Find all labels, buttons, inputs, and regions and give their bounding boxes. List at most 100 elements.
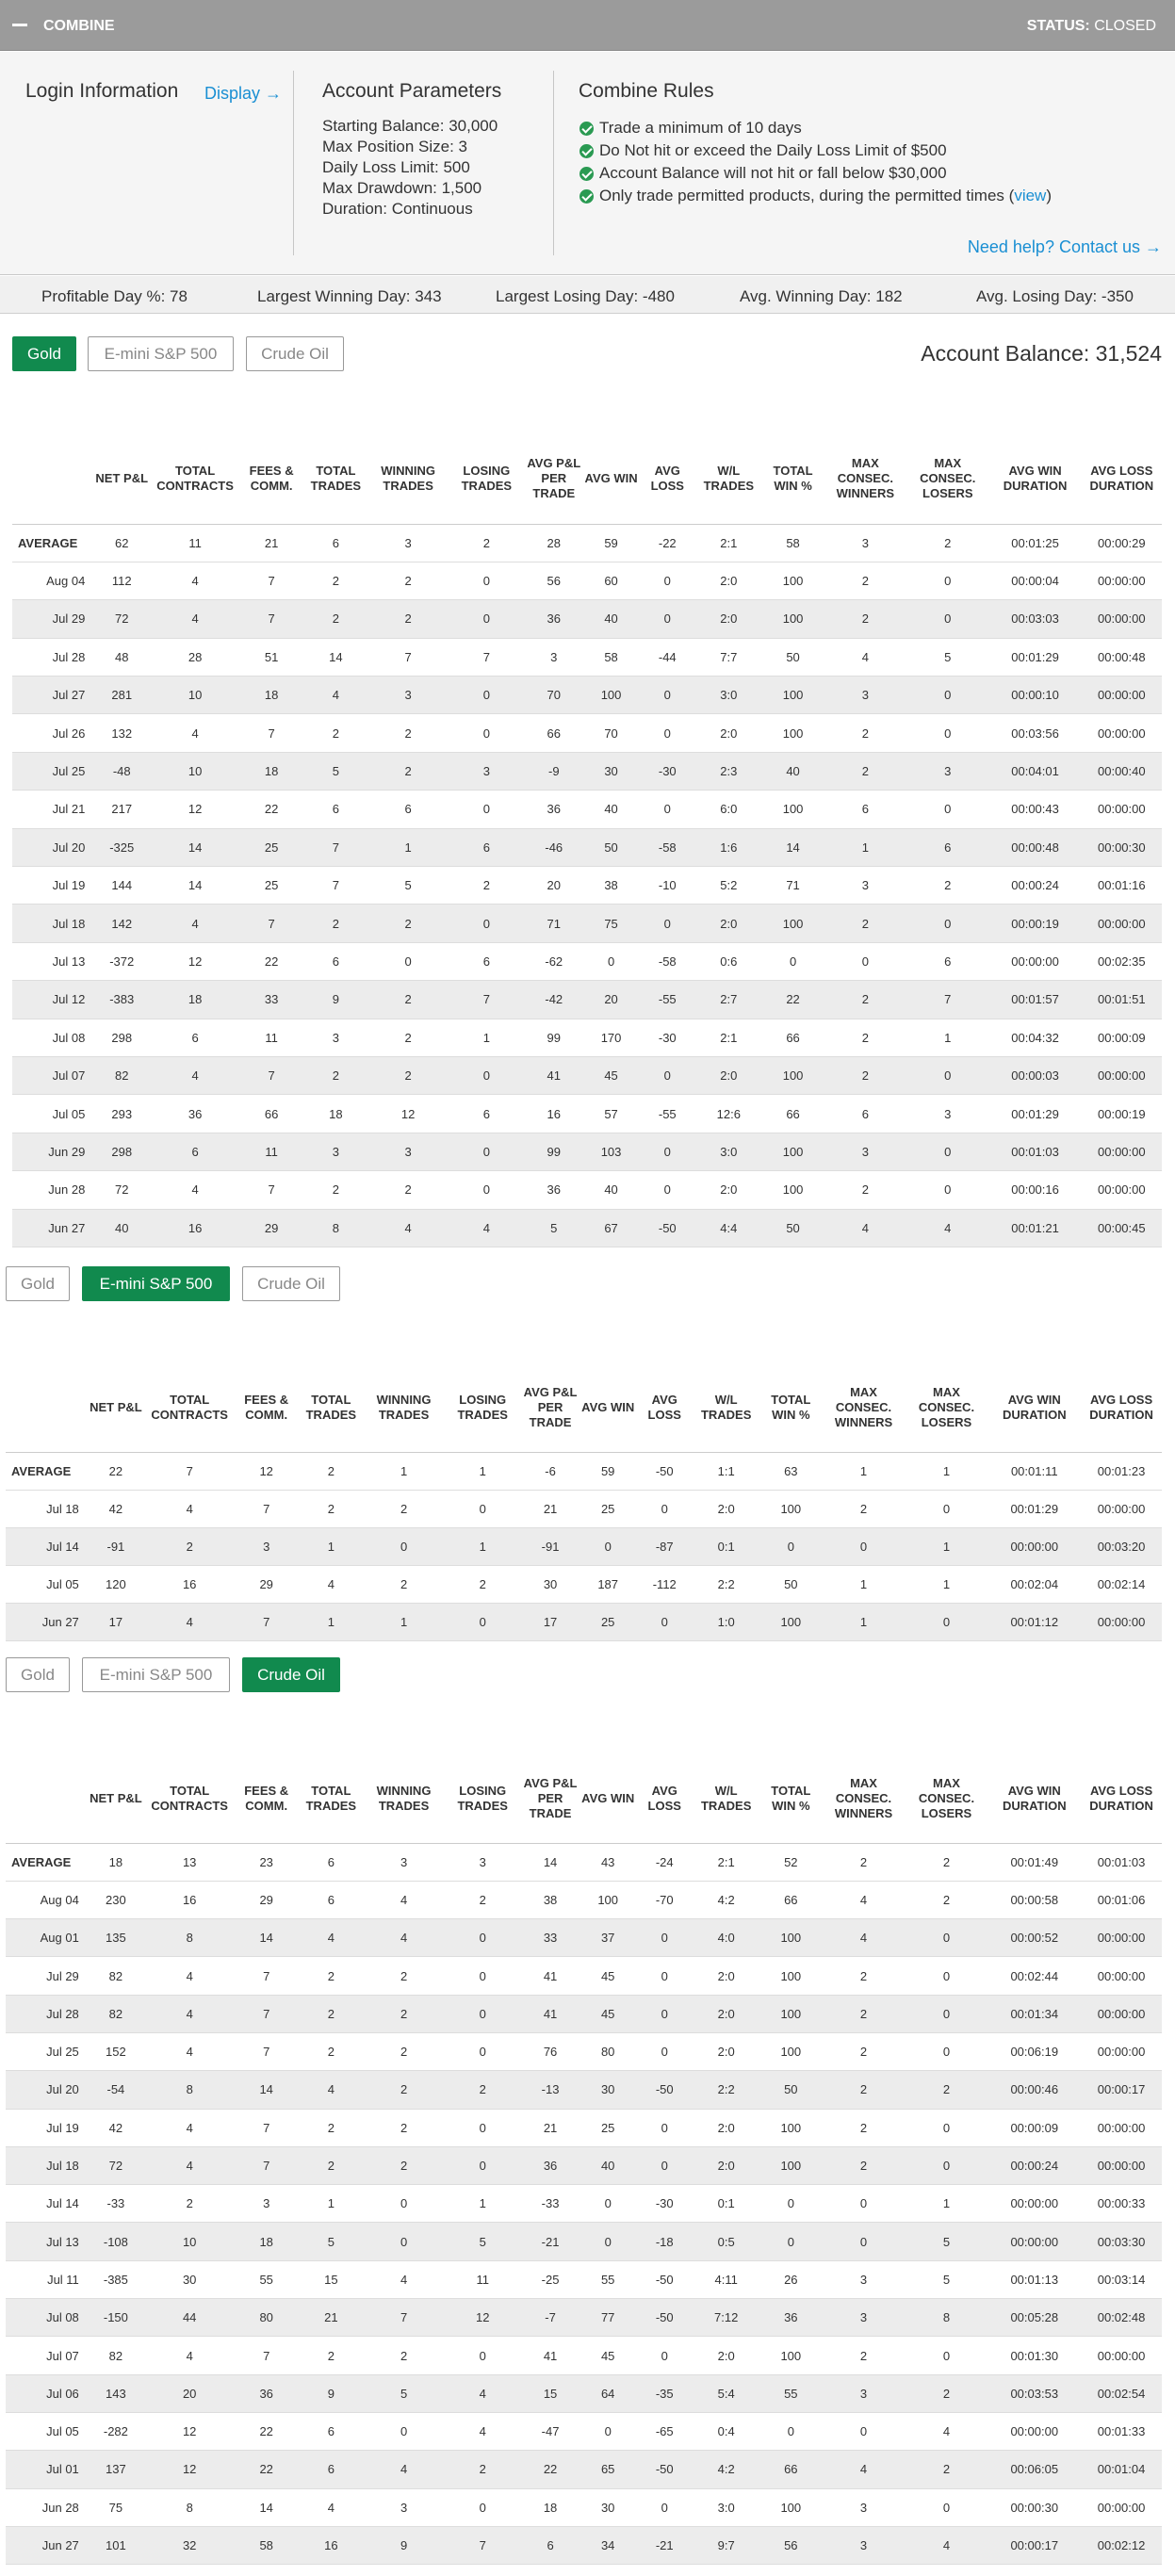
column-header-net-pnl: NET P&L: [92, 433, 152, 525]
cell-net-pnl: 40: [92, 1209, 152, 1247]
cell-max-consec-losers: 4: [906, 1209, 989, 1247]
contact-us-link[interactable]: Need help? Contact us →: [968, 237, 1162, 257]
cell-date: Jul 20: [12, 828, 93, 868]
cell-avg-win: 75: [582, 904, 640, 943]
cell-losing-trades: 6: [448, 942, 525, 982]
cell-winning-trades: 1: [363, 1603, 445, 1641]
cell-max-consec-losers: 6: [906, 942, 989, 982]
column-header-avg-loss: AVG LOSS: [636, 1363, 694, 1453]
cell-avg-loss-duration: 00:01:23: [1081, 1452, 1162, 1491]
cell-wl-trades: 2:1: [695, 1019, 762, 1057]
tab-crude-oil[interactable]: Crude Oil: [242, 1657, 340, 1692]
column-header-net-pnl: NET P&L: [86, 1363, 145, 1453]
cell-date: Jun 28: [6, 2488, 87, 2527]
cell-avg-win-duration: 00:00:03: [988, 1056, 1082, 1096]
table-row: Jul 07 82 4 7 2 2 0 41 45 0 2:0 100 2 0 00:01:30 00:00:…: [6, 2336, 1162, 2375]
tab-emini-sp500[interactable]: E-mini S&P 500: [88, 336, 234, 371]
cell-max-consec-winners: 2: [822, 1843, 906, 1882]
cell-max-consec-losers: 0: [905, 1995, 988, 2033]
table-row: Jul 25 -48 10 18 5 2 3 -9 30 -30 2:3 40 2 3 00:04:01 00…: [12, 752, 1162, 791]
cell-avg-win-duration: 00:01:29: [988, 638, 1082, 677]
table-row: Jul 08 -150 44 80 21 7 12 -7 77 -50 7:12 36 3 8 00:05:…: [6, 2298, 1162, 2338]
cell-total-trades: 3: [303, 1133, 368, 1172]
cell-fees-comm: 25: [239, 866, 304, 905]
cell-fees-comm: 25: [239, 828, 304, 868]
cell-avg-win: 34: [579, 2526, 637, 2566]
tab-crude-oil[interactable]: Crude Oil: [246, 336, 344, 371]
cell-fees-comm: 22: [234, 2412, 300, 2452]
cell-wl-trades: 2:1: [695, 524, 762, 562]
cell-avg-win: 58: [582, 638, 640, 677]
tab-gold[interactable]: Gold: [12, 336, 76, 371]
cell-date: Jul 12: [12, 980, 93, 1019]
cell-max-consec-losers: 0: [906, 1170, 989, 1210]
cell-max-consec-winners: 6: [824, 1094, 907, 1133]
combine-header-bar[interactable]: COMBINE STATUS: CLOSED: [0, 0, 1175, 51]
rule-item: Only trade permitted products, during th…: [579, 185, 1052, 207]
table-row: Jul 18 142 4 7 2 2 0 71 75 0 2:0 100 2 0 00:00:19 00:00…: [12, 904, 1162, 943]
param-max-drawdown: Max Drawdown: 1,500: [322, 179, 482, 197]
cell-total-trades: 1: [299, 1527, 364, 1566]
cell-avg-loss-duration: 00:00:45: [1081, 1209, 1162, 1247]
cell-avg-pnl-per-trade: 76: [520, 2032, 580, 2072]
cell-avg-win: 45: [579, 1956, 637, 1996]
column-header-avg-win: AVG WIN: [582, 433, 640, 525]
column-header-avg-win: AVG WIN: [579, 1754, 637, 1844]
view-permitted-products-link[interactable]: view: [1014, 187, 1046, 204]
cell-avg-win: 100: [579, 1881, 637, 1920]
display-login-link[interactable]: Display →: [204, 84, 282, 104]
cell-avg-win-duration: 00:00:09: [987, 2109, 1082, 2147]
cell-avg-pnl-per-trade: 33: [520, 1918, 580, 1958]
cell-avg-loss-duration: 00:00:00: [1081, 562, 1162, 601]
cell-losing-trades: 0: [448, 599, 525, 639]
column-header-max-consec-losers: MAX CONSEC. LOSERS: [906, 433, 989, 525]
cell-net-pnl: 298: [92, 1019, 152, 1057]
cell-avg-win: 40: [582, 790, 640, 829]
cell-total-win-pct: 66: [761, 1094, 824, 1133]
cell-total-contracts: 44: [145, 2298, 235, 2338]
cell-avg-pnl-per-trade: 36: [524, 790, 583, 829]
column-header-avg-loss: AVG LOSS: [639, 433, 696, 525]
cell-net-pnl: 42: [86, 2109, 145, 2147]
cell-winning-trades: 4: [367, 1209, 449, 1247]
table-row: Jun 28 75 8 14 4 3 0 18 30 0 3:0 100 3 0 00:00:30 00:00…: [6, 2488, 1162, 2527]
cell-winning-trades: 3: [367, 676, 449, 715]
cell-avg-pnl-per-trade: 16: [524, 1094, 583, 1133]
cell-total-win-pct: 56: [759, 2526, 823, 2566]
tab-crude-oil[interactable]: Crude Oil: [242, 1266, 340, 1301]
tab-emini-sp500[interactable]: E-mini S&P 500: [82, 1657, 230, 1692]
cell-avg-win: 50: [582, 828, 640, 868]
cell-avg-loss: -50: [636, 1452, 694, 1491]
table-row: Jun 27 17 4 7 1 1 0 17 25 0 1:0 100 1 0 00:01:12 00:00:…: [6, 1603, 1162, 1641]
cell-avg-pnl-per-trade: -91: [520, 1527, 580, 1566]
tab-emini-sp500[interactable]: E-mini S&P 500: [82, 1266, 230, 1301]
cell-net-pnl: 82: [86, 1995, 145, 2033]
collapse-minus-icon[interactable]: [12, 24, 27, 26]
cell-fees-comm: 11: [239, 1133, 304, 1172]
cell-avg-win: 25: [579, 2109, 637, 2147]
cell-total-win-pct: 100: [761, 904, 824, 943]
cell-avg-win-duration: 00:01:30: [987, 2336, 1082, 2375]
cell-avg-loss-duration: 00:00:00: [1081, 1490, 1162, 1528]
cell-winning-trades: 6: [367, 790, 449, 829]
gold-stats-table: NET P&L TOTAL CONTRACTS FEES & COMM. TOTAL …: [12, 433, 1162, 1247]
rule-text: Trade a minimum of 10 days: [599, 119, 802, 137]
cell-avg-loss: 0: [639, 713, 696, 753]
column-header-max-consec-winners: MAX CONSEC. WINNERS: [822, 1363, 906, 1453]
tab-gold[interactable]: Gold: [6, 1657, 70, 1692]
cell-total-contracts: 36: [151, 1094, 239, 1133]
cell-avg-win: 40: [579, 2146, 637, 2186]
cell-total-trades: 16: [299, 2526, 364, 2566]
cell-avg-win: 40: [582, 599, 640, 639]
cell-total-win-pct: 100: [759, 1603, 823, 1641]
column-header-fees-comm: FEES & COMM.: [239, 433, 304, 525]
cell-max-consec-winners: 3: [822, 2298, 906, 2338]
cell-fees-comm: 14: [234, 2070, 300, 2110]
cell-winning-trades: 2: [367, 904, 449, 943]
cell-max-consec-winners: 2: [822, 1490, 906, 1528]
cell-winning-trades: 2: [363, 1956, 445, 1996]
cell-total-trades: 7: [303, 866, 368, 905]
tab-gold[interactable]: Gold: [6, 1266, 70, 1301]
emini-stats-table: NET P&L TOTAL CONTRACTS FEES & COMM. TOTAL …: [6, 1363, 1162, 1641]
table-row: Jul 20 -325 14 25 7 1 6 -46 50 -58 1:6 14 1 6 00:00:48…: [12, 828, 1162, 868]
